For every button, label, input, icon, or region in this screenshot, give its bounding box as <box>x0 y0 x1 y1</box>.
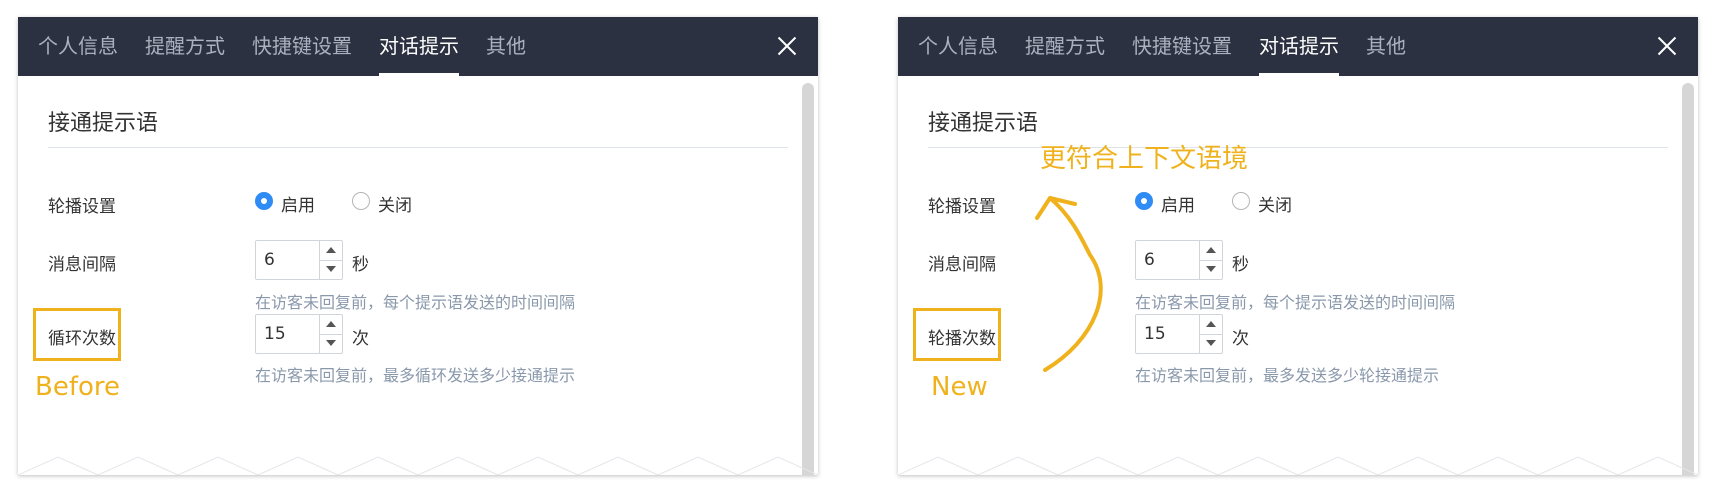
scrollbar[interactable] <box>802 83 814 475</box>
caret-down-icon <box>326 340 336 346</box>
scrollbar[interactable] <box>1682 83 1694 475</box>
radio-enable-label: 启用 <box>1161 196 1195 216</box>
highlight-box <box>913 308 1001 361</box>
radio-disable-label: 关闭 <box>1258 196 1292 216</box>
caret-up-icon <box>326 247 336 253</box>
torn-edge <box>18 456 818 475</box>
radio-unchecked-icon <box>1232 192 1250 210</box>
loop-count-hint: 在访客未回复前，最多循环发送多少接通提示 <box>255 366 576 385</box>
decrement-button[interactable] <box>1200 334 1222 353</box>
decrement-button[interactable] <box>320 260 342 279</box>
torn-edge <box>898 456 1698 475</box>
decrement-button[interactable] <box>1200 260 1222 279</box>
caret-up-icon <box>1206 247 1216 253</box>
stepper-buttons <box>1199 315 1222 353</box>
tab-other[interactable]: 其他 <box>1366 17 1406 76</box>
divider <box>928 147 1668 148</box>
close-icon[interactable] <box>1654 33 1680 59</box>
carousel-count-unit: 次 <box>1232 329 1249 349</box>
tab-dialog-prompts[interactable]: 对话提示 <box>379 17 459 76</box>
caret-up-icon <box>1206 321 1216 327</box>
increment-button[interactable] <box>1200 241 1222 261</box>
carousel-label: 轮播设置 <box>48 197 116 217</box>
carousel-label: 轮播设置 <box>928 197 996 217</box>
radio-disable-label: 关闭 <box>378 196 412 216</box>
caret-down-icon <box>1206 266 1216 272</box>
interval-label: 消息间隔 <box>928 255 996 275</box>
stepper-buttons <box>319 241 342 279</box>
interval-hint: 在访客未回复前，每个提示语发送的时间间隔 <box>1135 293 1456 312</box>
caret-up-icon <box>326 321 336 327</box>
section-title: 接通提示语 <box>928 111 1039 136</box>
curved-arrow-icon <box>1035 196 1103 372</box>
interval-label: 消息间隔 <box>48 255 116 275</box>
interval-stepper[interactable]: 6 <box>255 240 343 280</box>
tab-dialog-prompts[interactable]: 对话提示 <box>1259 17 1339 76</box>
annotation-text: 更符合上下文语境 <box>1040 144 1249 174</box>
increment-button[interactable] <box>1200 315 1222 335</box>
tab-personal-info[interactable]: 个人信息 <box>918 17 998 76</box>
loop-count-value: 15 <box>264 324 286 344</box>
loop-count-unit: 次 <box>352 329 369 349</box>
highlight-box <box>33 308 121 361</box>
tab-bar: 个人信息 提醒方式 快捷键设置 对话提示 其他 <box>898 17 1698 76</box>
interval-unit: 秒 <box>1232 255 1249 275</box>
radio-unchecked-icon <box>352 192 370 210</box>
tab-personal-info[interactable]: 个人信息 <box>38 17 118 76</box>
radio-checked-icon <box>1135 192 1153 210</box>
stepper-buttons <box>319 315 342 353</box>
caret-down-icon <box>1206 340 1216 346</box>
tab-shortcut-settings[interactable]: 快捷键设置 <box>1132 17 1232 76</box>
interval-value: 6 <box>264 250 275 270</box>
new-caption: New <box>931 372 988 402</box>
loop-count-stepper[interactable]: 15 <box>255 314 343 354</box>
interval-unit: 秒 <box>352 255 369 275</box>
stepper-buttons <box>1199 241 1222 279</box>
caret-down-icon <box>326 266 336 272</box>
carousel-count-hint: 在访客未回复前，最多发送多少轮接通提示 <box>1135 366 1440 385</box>
interval-value: 6 <box>1144 250 1155 270</box>
interval-hint: 在访客未回复前，每个提示语发送的时间间隔 <box>255 293 576 312</box>
settings-dialog-before: 个人信息 提醒方式 快捷键设置 对话提示 其他 接通提示语 轮播设置 启用 关闭… <box>18 17 818 475</box>
decrement-button[interactable] <box>320 334 342 353</box>
tab-bar: 个人信息 提醒方式 快捷键设置 对话提示 其他 <box>18 17 818 76</box>
carousel-count-value: 15 <box>1144 324 1166 344</box>
divider <box>48 147 788 148</box>
interval-stepper[interactable]: 6 <box>1135 240 1223 280</box>
close-icon[interactable] <box>774 33 800 59</box>
tab-reminder-method[interactable]: 提醒方式 <box>1025 17 1105 76</box>
tab-other[interactable]: 其他 <box>486 17 526 76</box>
increment-button[interactable] <box>320 241 342 261</box>
radio-enable-label: 启用 <box>281 196 315 216</box>
tab-shortcut-settings[interactable]: 快捷键设置 <box>252 17 352 76</box>
settings-dialog-new: 个人信息 提醒方式 快捷键设置 对话提示 其他 接通提示语 轮播设置 启用 关闭… <box>898 17 1698 475</box>
carousel-count-stepper[interactable]: 15 <box>1135 314 1223 354</box>
before-caption: Before <box>35 372 121 402</box>
section-title: 接通提示语 <box>48 111 159 136</box>
tab-reminder-method[interactable]: 提醒方式 <box>145 17 225 76</box>
radio-checked-icon <box>255 192 273 210</box>
increment-button[interactable] <box>320 315 342 335</box>
